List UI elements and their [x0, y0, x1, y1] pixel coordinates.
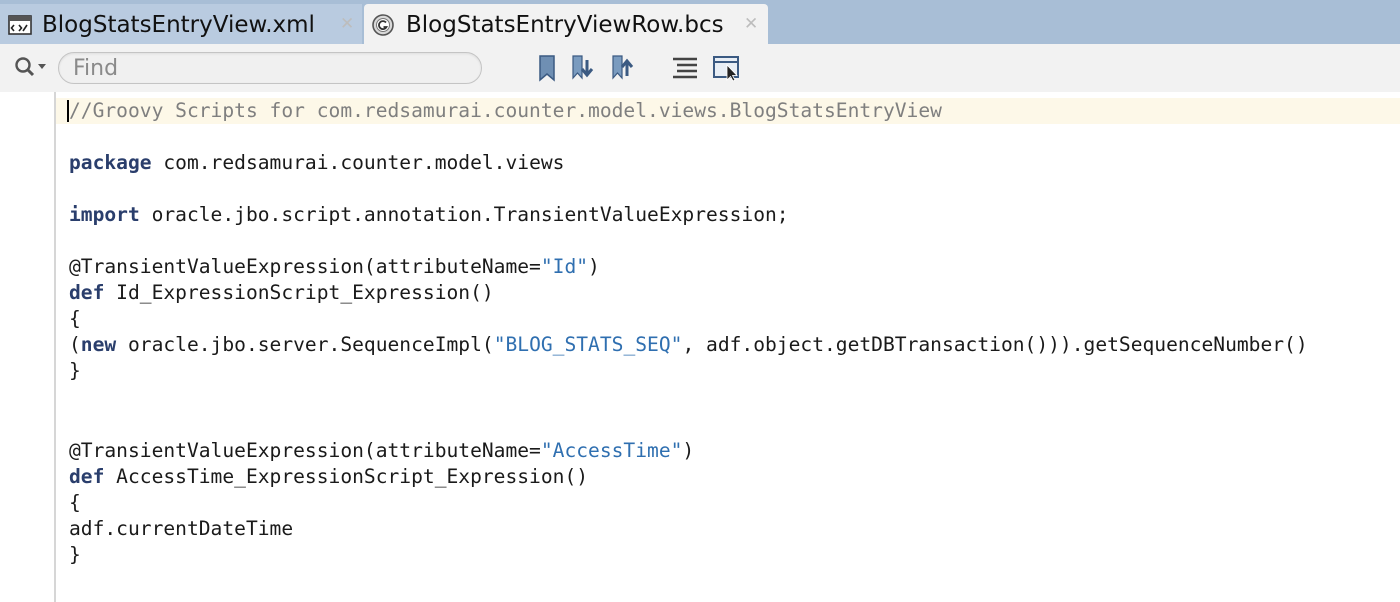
code-text: ( — [69, 333, 81, 356]
code-text: Id_ExpressionScript_Expression() — [104, 281, 494, 304]
code-line[interactable]: def Id_ExpressionScript_Expression() — [69, 280, 494, 306]
gutter-divider — [54, 92, 56, 602]
code-line[interactable]: adf.currentDateTime — [69, 516, 293, 542]
code-comment: //Groovy Scripts for com.redsamurai.coun… — [69, 99, 942, 122]
code-line[interactable]: @TransientValueExpression(attributeName=… — [69, 438, 694, 464]
code-text: ) — [588, 255, 600, 278]
toggle-view-icon[interactable] — [712, 54, 742, 82]
bookmark-icon[interactable] — [532, 54, 562, 82]
code-line[interactable]: package com.redsamurai.counter.model.vie… — [69, 150, 564, 176]
tab-blogstatsentryviewrow-bcs[interactable]: BlogStatsEntryViewRow.bcs ✕ — [364, 4, 768, 44]
find-input[interactable] — [58, 52, 482, 84]
code-line[interactable]: def AccessTime_ExpressionScript_Expressi… — [69, 464, 588, 490]
tab-blogstatsentryview-xml[interactable]: BlogStatsEntryView.xml ✕ — [0, 4, 362, 44]
code-text: AccessTime_ExpressionScript_Expression() — [104, 465, 589, 488]
close-tab-icon[interactable]: ✕ — [340, 14, 354, 34]
code-editor[interactable]: //Groovy Scripts for com.redsamurai.coun… — [0, 92, 1400, 602]
groovy-file-icon — [372, 14, 394, 36]
code-text: oracle.jbo.script.annotation.TransientVa… — [139, 203, 789, 226]
code-line[interactable]: (new oracle.jbo.server.SequenceImpl("BLO… — [69, 332, 1308, 358]
code-keyword: new — [80, 333, 117, 356]
code-string: "Id" — [540, 255, 589, 278]
code-string: "AccessTime" — [540, 439, 683, 462]
code-line[interactable]: //Groovy Scripts for com.redsamurai.coun… — [69, 98, 942, 124]
code-line[interactable]: { — [69, 490, 81, 516]
code-line[interactable]: } — [69, 358, 81, 384]
code-text: @TransientValueExpression(attributeName= — [69, 255, 541, 278]
code-line[interactable]: { — [69, 306, 81, 332]
code-line[interactable]: @TransientValueExpression(attributeName=… — [69, 254, 600, 280]
code-string: "BLOG_STATS_SEQ" — [493, 333, 683, 356]
text-caret — [67, 100, 69, 122]
previous-bookmark-icon[interactable] — [570, 54, 600, 82]
code-keyword: import — [69, 203, 140, 226]
code-text: , adf.object.getDBTransaction())).getSeq… — [682, 333, 1308, 356]
code-text: } — [69, 543, 81, 566]
search-icon[interactable] — [14, 56, 52, 78]
code-text: oracle.jbo.server.SequenceImpl( — [116, 333, 494, 356]
code-text: { — [69, 491, 81, 514]
code-line[interactable]: import oracle.jbo.script.annotation.Tran… — [69, 202, 789, 228]
code-keyword: def — [69, 465, 105, 488]
next-bookmark-icon[interactable] — [610, 54, 640, 82]
code-text: ) — [682, 439, 695, 462]
code-text: @TransientValueExpression(attributeName= — [69, 439, 541, 462]
editor-toolbar — [0, 44, 1400, 92]
code-keyword: package — [69, 151, 152, 174]
code-keyword: def — [69, 281, 105, 304]
code-text: { — [69, 307, 81, 330]
editor-tab-bar: BlogStatsEntryView.xml ✕ BlogStatsEntryV… — [0, 0, 1400, 44]
code-line[interactable]: } — [69, 542, 81, 568]
code-text: com.redsamurai.counter.model.views — [151, 151, 565, 174]
tab-label: BlogStatsEntryViewRow.bcs — [406, 12, 724, 38]
xml-file-icon — [8, 15, 32, 35]
close-tab-icon[interactable]: ✕ — [744, 14, 758, 34]
code-text: } — [69, 359, 81, 382]
tab-label: BlogStatsEntryView.xml — [42, 12, 315, 38]
format-icon[interactable] — [670, 54, 700, 82]
code-text: adf.currentDateTime — [69, 517, 294, 540]
